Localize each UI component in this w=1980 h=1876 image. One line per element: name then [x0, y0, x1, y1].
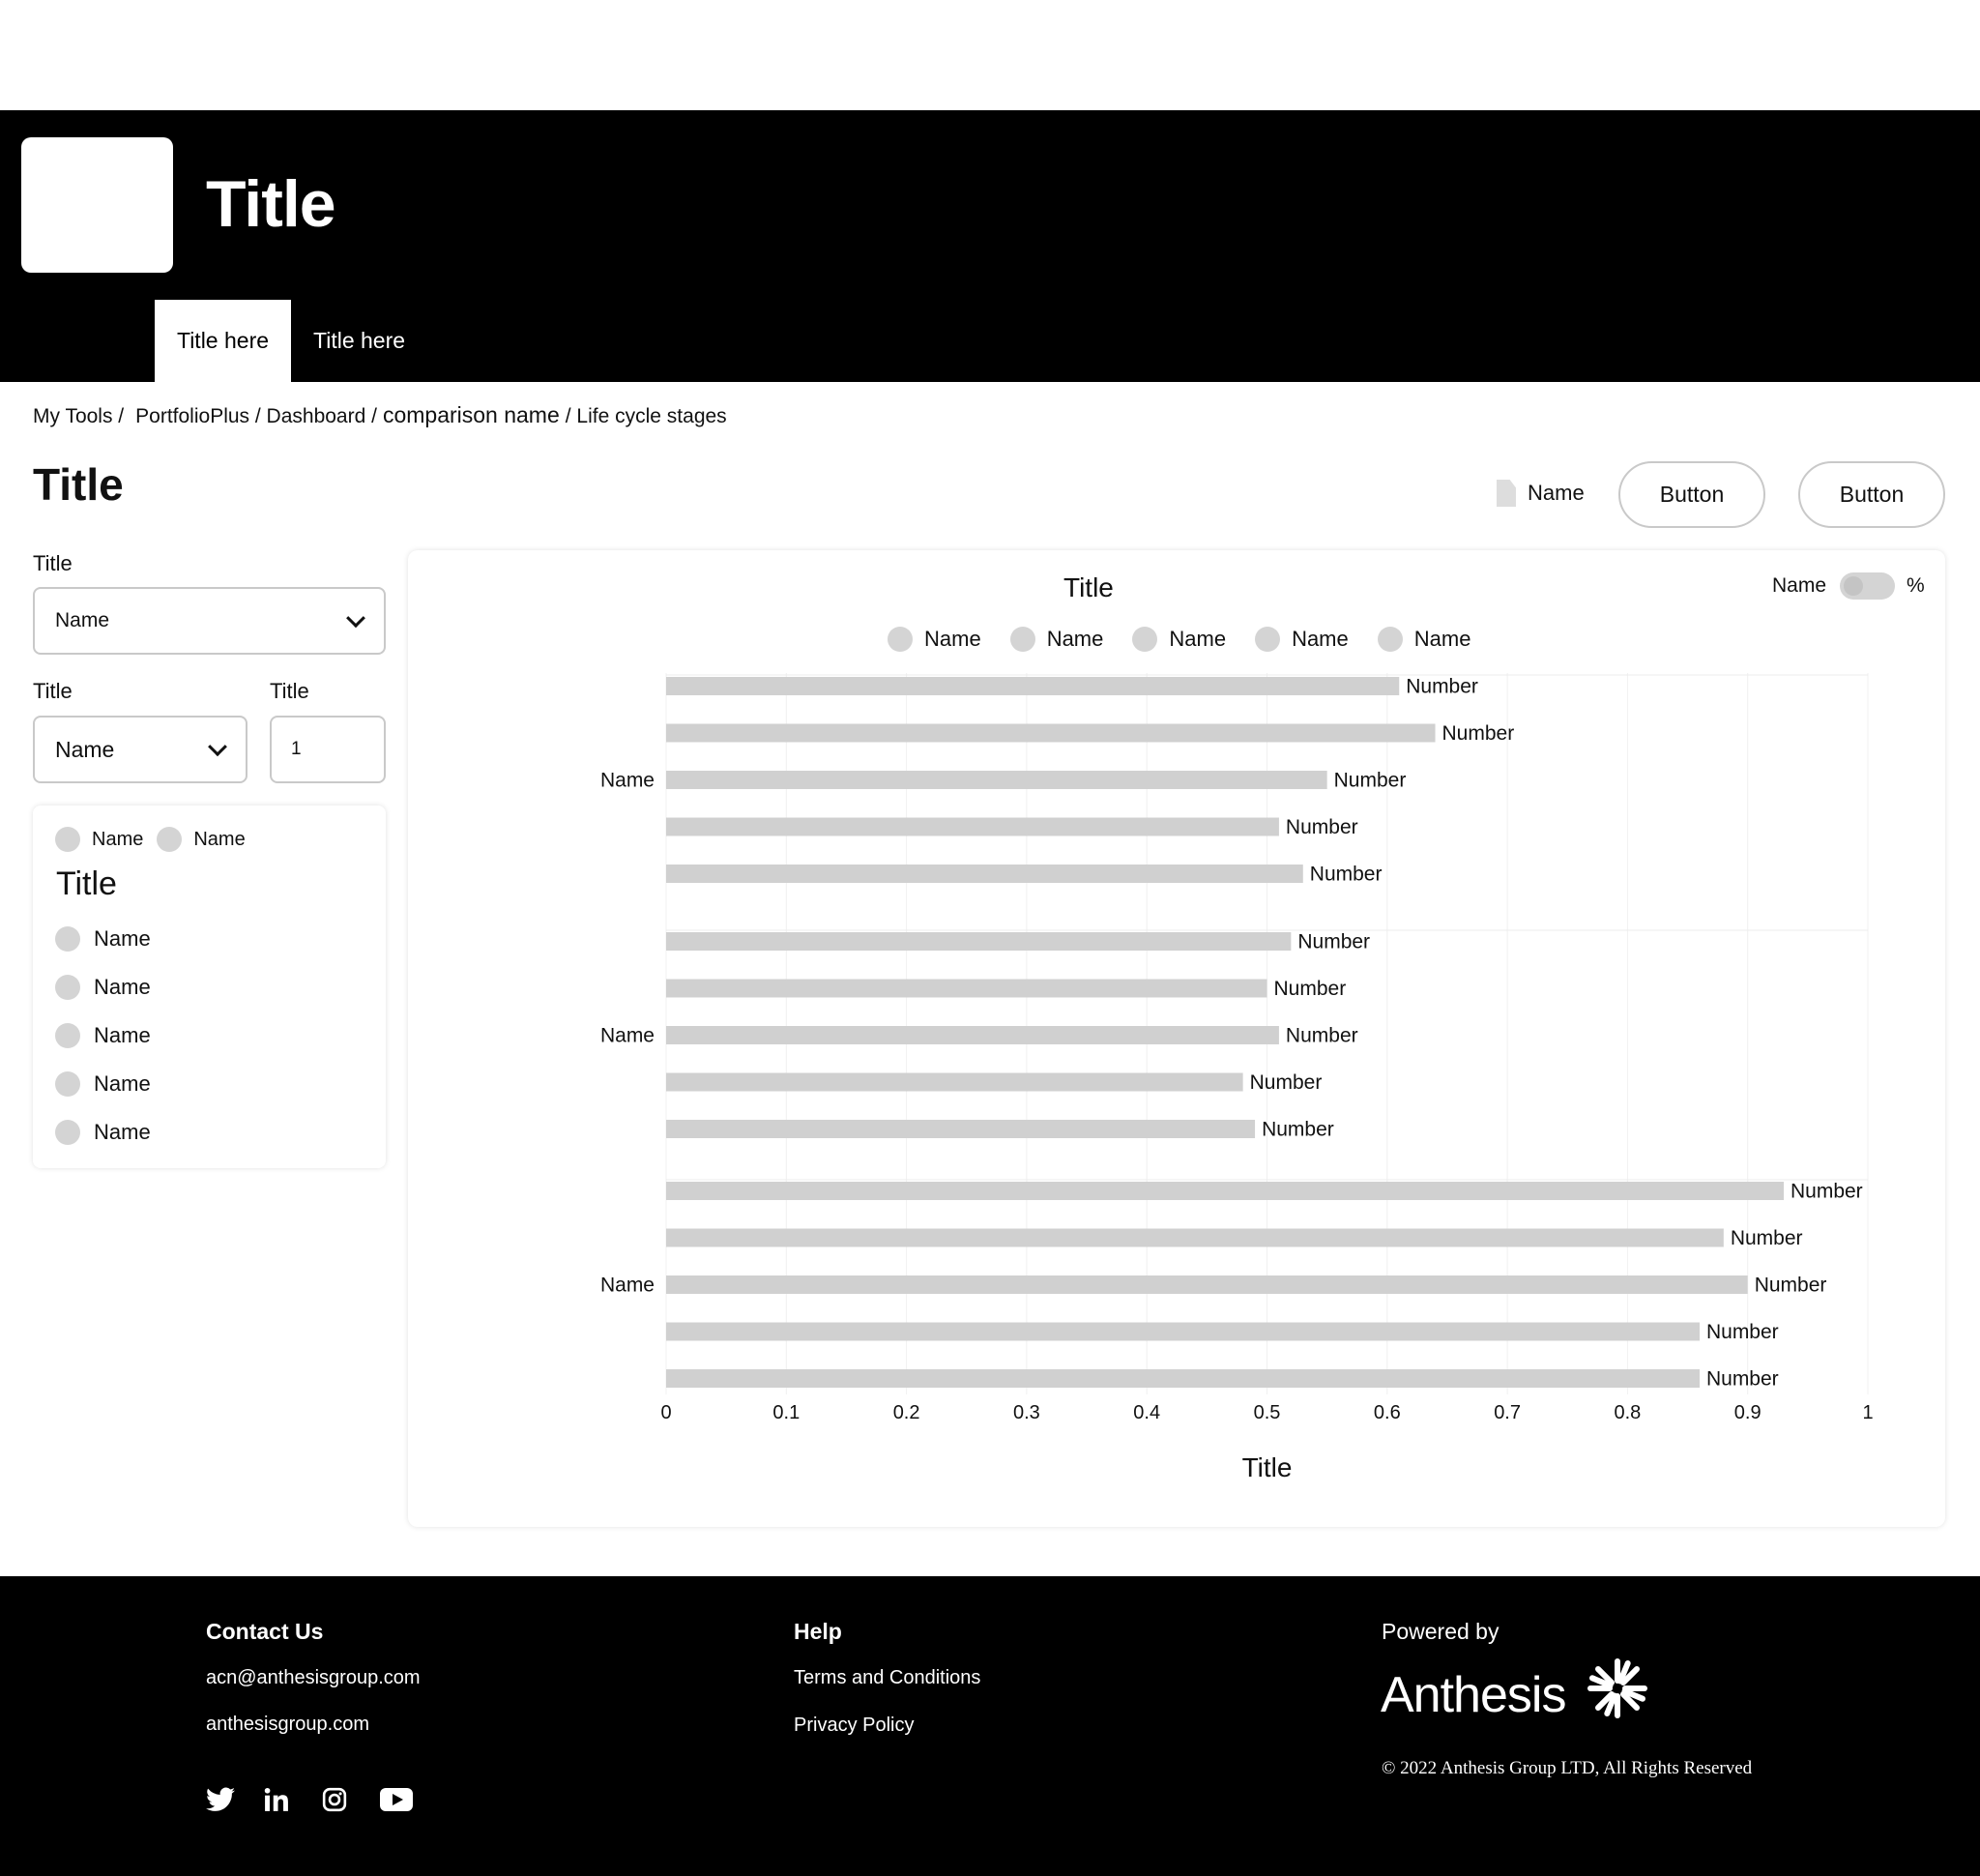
bar-label: Number — [1755, 1275, 1827, 1297]
bar — [666, 817, 1279, 836]
brand-name: Anthesis — [1381, 1667, 1566, 1723]
x-tick-label: 0 — [660, 1402, 671, 1423]
x-tick-label: 0.1 — [772, 1402, 800, 1423]
bar — [666, 865, 1303, 883]
footer-website-link[interactable]: anthesisgroup.com — [206, 1714, 369, 1736]
x-tick-label: 0.5 — [1254, 1402, 1281, 1423]
bar — [666, 1072, 1243, 1092]
linkedin-icon[interactable] — [264, 1787, 289, 1812]
copyright: © 2022 Anthesis Group LTD, All Rights Re… — [1382, 1758, 1753, 1778]
privacy-link[interactable]: Privacy Policy — [794, 1715, 914, 1737]
footer-contact-heading: Contact Us — [206, 1619, 324, 1644]
terms-link[interactable]: Terms and Conditions — [794, 1667, 980, 1689]
bar — [666, 1026, 1279, 1044]
x-tick-label: 0.4 — [1133, 1402, 1160, 1423]
bar-label: Number — [1297, 931, 1370, 953]
brand-logo[interactable]: Anthesis — [1381, 1657, 1648, 1724]
group-label: Name — [600, 1025, 655, 1047]
instagram-icon[interactable] — [322, 1787, 347, 1812]
bar — [666, 1120, 1256, 1138]
bar — [666, 771, 1327, 789]
bar-label: Number — [1250, 1071, 1323, 1094]
x-tick-label: 0.8 — [1614, 1402, 1641, 1423]
bar-label: Number — [1286, 1025, 1358, 1047]
anthesis-burst-icon — [1587, 1658, 1647, 1718]
bar — [666, 1182, 1784, 1200]
footer-email-link[interactable]: acn@anthesisgroup.com — [206, 1667, 421, 1689]
bar — [666, 932, 1292, 951]
x-tick-label: 1 — [1862, 1402, 1873, 1423]
bar-label: Number — [1442, 722, 1515, 745]
footer-help-heading: Help — [794, 1619, 842, 1644]
bar — [666, 979, 1267, 998]
bar-label: Number — [1286, 816, 1358, 838]
social-links — [206, 1787, 413, 1812]
bar — [666, 1228, 1724, 1247]
bar-label: Number — [1706, 1321, 1779, 1343]
x-tick-label: 0.9 — [1734, 1402, 1762, 1423]
x-tick-label: 0.7 — [1494, 1402, 1521, 1423]
bar-label: Number — [1262, 1119, 1334, 1141]
bar-label: Number — [1731, 1227, 1803, 1249]
bar-label: Number — [1406, 676, 1478, 698]
x-tick-label: 0.6 — [1374, 1402, 1401, 1423]
x-axis-title: Title — [1242, 1452, 1293, 1482]
footer: Contact Us acn@anthesisgroup.com anthesi… — [0, 1576, 1980, 1876]
x-tick-label: 0.2 — [893, 1402, 920, 1423]
bar-label: Number — [1274, 978, 1347, 1000]
x-tick-label: 0.3 — [1013, 1402, 1040, 1423]
bar-label: Number — [1310, 864, 1383, 886]
bar-label: Number — [1334, 770, 1407, 792]
bar — [666, 723, 1436, 743]
group-label: Name — [600, 1275, 655, 1297]
twitter-icon[interactable] — [206, 1787, 235, 1812]
youtube-icon[interactable] — [380, 1787, 413, 1812]
group-label: Name — [600, 770, 655, 792]
powered-by-label: Powered by — [1382, 1619, 1500, 1644]
bar — [666, 1369, 1700, 1388]
bar-label: Number — [1706, 1368, 1779, 1391]
bar — [666, 677, 1400, 695]
bar-label: Number — [1791, 1181, 1863, 1203]
bar — [666, 1275, 1748, 1294]
bar — [666, 1322, 1700, 1341]
